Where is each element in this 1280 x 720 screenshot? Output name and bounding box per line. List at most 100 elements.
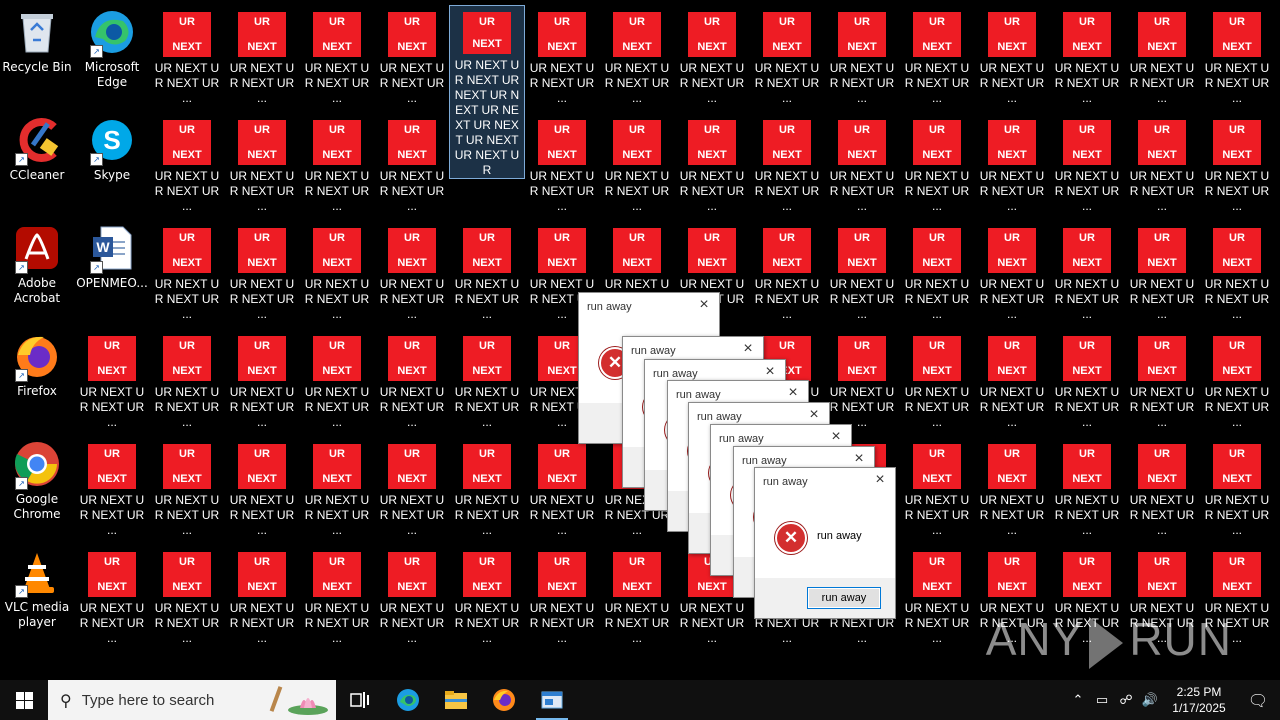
taskbar-edge-button[interactable] xyxy=(384,680,432,720)
desktop-icon[interactable]: ↗ Adobe Acrobat xyxy=(0,218,74,318)
ur-next-icon[interactable]: URNEXTUR NEXT UR NEXT UR ... xyxy=(75,438,149,538)
desktop-icon[interactable]: S ↗ Skype xyxy=(75,110,149,210)
desktop-icon[interactable]: W ↗ OPENMEO... xyxy=(75,218,149,318)
ur-next-icon[interactable]: URNEXTUR NEXT UR NEXT UR ... xyxy=(1125,6,1199,106)
ur-next-icon[interactable]: URNEXTUR NEXT UR NEXT UR ... xyxy=(1125,222,1199,322)
ur-next-icon[interactable]: URNEXTUR NEXT UR NEXT UR ... xyxy=(825,330,899,430)
close-icon[interactable]: × xyxy=(784,384,802,402)
ur-next-icon[interactable]: URNEXTUR NEXT UR NEXT UR ... xyxy=(150,222,224,322)
ur-next-icon[interactable]: URNEXTUR NEXT UR NEXT UR ... xyxy=(450,222,524,322)
desktop-icon[interactable]: ↗ Microsoft Edge xyxy=(75,2,149,102)
ur-next-icon[interactable]: URNEXTUR NEXT UR NEXT UR ... xyxy=(225,546,299,646)
ur-next-icon[interactable]: URNEXTUR NEXT UR NEXT UR ... xyxy=(375,114,449,214)
ur-next-icon[interactable]: URNEXTUR NEXT UR NEXT UR ... xyxy=(150,438,224,538)
ur-next-icon[interactable]: URNEXTUR NEXT UR NEXT UR ... xyxy=(450,330,524,430)
ur-next-icon[interactable]: URNEXTUR NEXT UR NEXT UR ... xyxy=(1050,330,1124,430)
ur-next-icon[interactable]: URNEXTUR NEXT UR NEXT UR ... xyxy=(900,546,974,646)
close-icon[interactable]: × xyxy=(739,340,757,358)
taskbar-clock[interactable]: 2:25 PM 1/17/2025 xyxy=(1162,684,1236,716)
desktop-icon[interactable]: ↗ Google Chrome xyxy=(0,434,74,534)
ur-next-icon[interactable]: URNEXTUR NEXT UR NEXT UR ... xyxy=(1125,330,1199,430)
ur-next-icon[interactable]: URNEXTUR NEXT UR NEXT UR ... xyxy=(825,222,899,322)
ur-next-icon[interactable]: URNEXTUR NEXT UR NEXT UR ... xyxy=(375,546,449,646)
volume-icon[interactable]: 🔊 xyxy=(1138,693,1162,708)
run-away-button[interactable]: run away xyxy=(807,587,881,609)
ur-next-icon[interactable]: URNEXTUR NEXT UR NEXT UR ... xyxy=(1200,222,1274,322)
ur-next-icon[interactable]: URNEXTUR NEXT UR NEXT UR ... xyxy=(975,114,1049,214)
search-input[interactable] xyxy=(79,690,264,710)
ur-next-icon[interactable]: URNEXTUR NEXT UR NEXT UR ... xyxy=(900,6,974,106)
ur-next-icon[interactable]: URNEXTUR NEXT UR NEXT UR ... xyxy=(450,438,524,538)
ur-next-icon[interactable]: URNEXTUR NEXT UR NEXT UR ... xyxy=(150,114,224,214)
ur-next-icon[interactable]: URNEXTUR NEXT UR NEXT UR ... xyxy=(675,114,749,214)
ur-next-icon[interactable]: URNEXTUR NEXT UR NEXT UR ... xyxy=(225,6,299,106)
ur-next-icon[interactable]: URNEXTUR NEXT UR NEXT UR ... xyxy=(600,546,674,646)
ur-next-icon[interactable]: URNEXTUR NEXT UR NEXT UR ... xyxy=(1125,438,1199,538)
ur-next-icon[interactable]: URNEXTUR NEXT UR NEXT UR ... xyxy=(1050,6,1124,106)
ur-next-icon[interactable]: URNEXTUR NEXT UR NEXT UR ... xyxy=(1050,114,1124,214)
ur-next-icon[interactable]: URNEXTUR NEXT UR NEXT UR ... xyxy=(375,6,449,106)
tray-chevron-up-icon[interactable]: ⌃ xyxy=(1066,693,1090,708)
ur-next-icon[interactable]: URNEXTUR NEXT UR NEXT UR ... xyxy=(825,6,899,106)
close-icon[interactable]: × xyxy=(827,428,845,446)
ur-next-icon[interactable]: URNEXTUR NEXT UR NEXT UR ... xyxy=(525,114,599,214)
ur-next-icon[interactable]: URNEXTUR NEXT UR NEXT UR ... xyxy=(375,330,449,430)
ur-next-icon[interactable]: URNEXTUR NEXT UR NEXT UR ... xyxy=(300,6,374,106)
ur-next-icon[interactable]: URNEXTUR NEXT UR NEXT UR ... xyxy=(975,6,1049,106)
ur-next-icon[interactable]: URNEXTUR NEXT UR NEXT UR ... xyxy=(1050,222,1124,322)
ur-next-icon[interactable]: URNEXTUR NEXT UR NEXT UR ... xyxy=(225,330,299,430)
ur-next-icon[interactable]: URNEXTUR NEXT UR NEXT UR ... xyxy=(975,330,1049,430)
taskbar-firefox-button[interactable] xyxy=(480,680,528,720)
ur-next-icon[interactable]: URNEXTUR NEXT UR NEXT UR ... xyxy=(900,330,974,430)
ur-next-icon[interactable]: URNEXTUR NEXT UR NEXT UR ... xyxy=(450,546,524,646)
start-button[interactable] xyxy=(0,680,48,720)
desktop-icon[interactable]: ↗ VLC media player xyxy=(0,542,74,642)
ur-next-icon[interactable]: URNEXTUR NEXT UR NEXT UR ... xyxy=(150,6,224,106)
ur-next-icon[interactable]: URNEXTUR NEXT UR NEXT UR ... xyxy=(900,222,974,322)
ur-next-icon[interactable]: URNEXTUR NEXT UR NEXT UR ... xyxy=(1200,438,1274,538)
network-icon[interactable]: ☍ xyxy=(1114,693,1138,708)
ur-next-icon[interactable]: URNEXTUR NEXT UR NEXT UR ... xyxy=(225,222,299,322)
ur-next-icon[interactable]: URNEXTUR NEXT UR NEXT UR ... xyxy=(750,222,824,322)
ur-next-icon-selected[interactable]: UR NEXT UR NEXT UR NEXT UR NEXT UR NEXT UR… xyxy=(449,5,525,179)
ur-next-icon[interactable]: URNEXTUR NEXT UR NEXT UR ... xyxy=(600,6,674,106)
ur-next-icon[interactable]: URNEXTUR NEXT UR NEXT UR ... xyxy=(75,546,149,646)
ur-next-icon[interactable]: URNEXTUR NEXT UR NEXT UR ... xyxy=(1200,330,1274,430)
ur-next-icon[interactable]: URNEXTUR NEXT UR NEXT UR ... xyxy=(750,6,824,106)
desktop-icon[interactable]: Recycle Bin xyxy=(0,2,74,102)
ur-next-icon[interactable]: URNEXTUR NEXT UR NEXT UR ... xyxy=(150,330,224,430)
close-icon[interactable]: × xyxy=(695,296,713,314)
ur-next-icon[interactable]: URNEXTUR NEXT UR NEXT UR ... xyxy=(675,6,749,106)
ur-next-icon[interactable]: URNEXTUR NEXT UR NEXT UR ... xyxy=(150,546,224,646)
task-view-button[interactable] xyxy=(336,680,384,720)
run-away-dialog[interactable]: run away × ✕ run away run away xyxy=(754,467,896,619)
close-icon[interactable]: × xyxy=(871,471,889,489)
ur-next-icon[interactable]: URNEXTUR NEXT UR NEXT UR ... xyxy=(300,114,374,214)
taskbar-active-window-button[interactable] xyxy=(528,680,576,720)
ur-next-icon[interactable]: URNEXTUR NEXT UR NEXT UR ... xyxy=(1200,114,1274,214)
desktop-icon[interactable]: ↗ Firefox xyxy=(0,326,74,426)
taskbar-search[interactable]: ⚲ xyxy=(48,680,336,720)
close-icon[interactable]: × xyxy=(761,363,779,381)
ur-next-icon[interactable]: URNEXTUR NEXT UR NEXT UR ... xyxy=(300,222,374,322)
ur-next-icon[interactable]: URNEXTUR NEXT UR NEXT UR ... xyxy=(1200,6,1274,106)
ur-next-icon[interactable]: URNEXTUR NEXT UR NEXT UR ... xyxy=(300,438,374,538)
ur-next-icon[interactable]: URNEXTUR NEXT UR NEXT UR ... xyxy=(600,114,674,214)
notification-center-icon[interactable]: 🗨 xyxy=(1236,691,1280,710)
ur-next-icon[interactable]: URNEXTUR NEXT UR NEXT UR ... xyxy=(300,330,374,430)
ur-next-icon[interactable]: URNEXTUR NEXT UR NEXT UR ... xyxy=(825,114,899,214)
ur-next-icon[interactable]: URNEXTUR NEXT UR NEXT UR ... xyxy=(300,546,374,646)
tray-app-icon[interactable]: ▭ xyxy=(1090,693,1114,708)
ur-next-icon[interactable]: URNEXTUR NEXT UR NEXT UR ... xyxy=(1125,114,1199,214)
close-icon[interactable]: × xyxy=(850,450,868,468)
ur-next-icon[interactable]: URNEXTUR NEXT UR NEXT UR ... xyxy=(525,6,599,106)
ur-next-icon[interactable]: URNEXTUR NEXT UR NEXT UR ... xyxy=(975,222,1049,322)
ur-next-icon[interactable]: URNEXTUR NEXT UR NEXT UR ... xyxy=(750,114,824,214)
ur-next-icon[interactable]: URNEXTUR NEXT UR NEXT UR ... xyxy=(525,438,599,538)
ur-next-icon[interactable]: URNEXTUR NEXT UR NEXT UR ... xyxy=(975,438,1049,538)
ur-next-icon[interactable]: URNEXTUR NEXT UR NEXT UR ... xyxy=(900,438,974,538)
close-icon[interactable]: × xyxy=(805,406,823,424)
ur-next-icon[interactable]: URNEXTUR NEXT UR NEXT UR ... xyxy=(75,330,149,430)
ur-next-icon[interactable]: URNEXTUR NEXT UR NEXT UR ... xyxy=(225,114,299,214)
desktop-icon[interactable]: ↗ CCleaner xyxy=(0,110,74,210)
